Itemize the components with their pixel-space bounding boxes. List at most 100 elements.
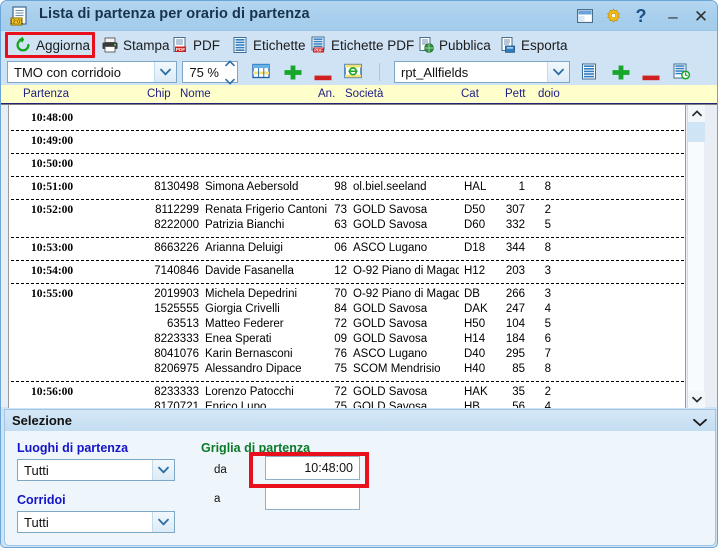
- table-row[interactable]: 1525555 Giorgia Crivelli 84 GOLD Savosa DAK 2…: [9, 302, 685, 317]
- cell-nome: Matteo Federer: [205, 318, 284, 330]
- pubblica-button[interactable]: Pubblica: [414, 33, 494, 57]
- cell-pett: 104: [505, 318, 525, 330]
- stampa-label: Stampa: [123, 37, 170, 53]
- chevron-down-icon[interactable]: [693, 414, 707, 432]
- table-row[interactable]: 10:50:00: [9, 157, 685, 172]
- cell-partenza: 10:53:00: [31, 242, 74, 254]
- cell-cat: D60: [464, 219, 486, 231]
- edit-layout-icon[interactable]: [344, 63, 362, 81]
- table-row[interactable]: 10:49:00: [9, 134, 685, 149]
- cell-an: 12: [334, 265, 347, 277]
- grid-table-icon[interactable]: [252, 63, 270, 81]
- cell-doio: 2: [544, 386, 551, 398]
- cell-societa: GOLD Savosa: [353, 219, 428, 231]
- report-list-icon[interactable]: [580, 63, 598, 81]
- cell-doio: 4: [544, 401, 551, 408]
- svg-text:PDF: PDF: [314, 48, 323, 53]
- da-time-input[interactable]: 10:48:00: [265, 456, 360, 480]
- toolbar-divider: [379, 63, 380, 81]
- chevron-down-icon[interactable]: [152, 512, 174, 532]
- column-header-partenza: Partenza: [23, 88, 70, 100]
- table-row[interactable]: 8222000 Patrizia Bianchi 63 GOLD Savosa D60 3…: [9, 218, 685, 233]
- table-row[interactable]: 10:55:00 2019903 Michela Depedrini 70 O-92 P…: [9, 287, 685, 302]
- cell-cat: DB: [464, 288, 480, 300]
- cell-pett: 35: [512, 386, 525, 398]
- cell-doio: 3: [544, 288, 551, 300]
- table-row[interactable]: 10:54:00 7140846 Davide Fasanella 12 O-92 Pi…: [9, 264, 685, 279]
- cell-cat: D18: [464, 242, 486, 254]
- cell-doio: 8: [544, 363, 551, 375]
- cell-societa: ASCO Lugano: [353, 242, 428, 254]
- add-layout-icon[interactable]: [284, 65, 302, 83]
- minimize-button[interactable]: –: [661, 4, 685, 28]
- cell-societa: GOLD Savosa: [353, 386, 428, 398]
- table-row[interactable]: 8041076 Karin Bernasconi 76 ASCO Lugano D40 2…: [9, 347, 685, 362]
- cell-societa: ol.biel.seeland: [353, 181, 427, 193]
- etichette-pdf-button[interactable]: PDF Etichette PDF: [306, 33, 417, 57]
- corridoi-combo[interactable]: Tutti: [17, 511, 175, 533]
- cell-nome: Arianna Deluigi: [205, 242, 283, 254]
- selection-panel-header[interactable]: Selezione: [4, 409, 716, 431]
- table-row[interactable]: 10:52:00 8112299 Renata Frigerio Cantoni 73…: [9, 203, 685, 218]
- esporta-button[interactable]: Esporta: [496, 33, 571, 57]
- table-row[interactable]: 10:48:00: [9, 111, 685, 126]
- chevron-down-icon[interactable]: [547, 62, 569, 82]
- da-time-value: 10:48:00: [304, 461, 353, 475]
- cell-partenza: 10:49:00: [31, 135, 74, 147]
- table-row[interactable]: 8223333 Enea Sperati 09 GOLD Savosa H14 184 6: [9, 332, 685, 347]
- scroll-down-icon[interactable]: [688, 391, 705, 408]
- cell-chip: 8222000: [154, 219, 199, 231]
- cell-nome: Enea Sperati: [205, 333, 272, 345]
- cell-partenza: 10:48:00: [31, 112, 74, 124]
- help-button[interactable]: ?: [629, 4, 653, 28]
- luoghi-di-partenza-combo[interactable]: Tutti: [17, 459, 175, 481]
- chevron-down-icon[interactable]: [152, 460, 174, 480]
- layout-combo-value: TMO con corridoio: [14, 64, 121, 80]
- cell-societa: O-92 Piano di Magadino: [353, 288, 459, 300]
- table-row[interactable]: 10:51:00 8130498 Simona Aebersold 98 ol.biel…: [9, 180, 685, 195]
- cell-chip: 2019903: [154, 288, 199, 300]
- remove-report-icon[interactable]: [642, 68, 660, 86]
- cell-cat: H14: [464, 333, 486, 345]
- chevron-down-icon[interactable]: [154, 62, 176, 82]
- report-combo[interactable]: rpt_Allfields: [394, 61, 570, 83]
- refresh-report-icon[interactable]: [672, 63, 691, 81]
- cell-pett: 247: [505, 303, 525, 315]
- cell-chip: 8223333: [154, 333, 199, 345]
- table-row[interactable]: 10:56:00 8233333 Lorenzo Patocchi 72 GOLD Sa…: [9, 385, 685, 400]
- cell-doio: 4: [544, 303, 551, 315]
- a-time-input[interactable]: [265, 486, 360, 510]
- cell-an: 72: [334, 318, 347, 330]
- add-report-icon[interactable]: [612, 65, 630, 83]
- corridoi-label: Corridoi: [17, 493, 66, 507]
- scrollbar-thumb[interactable]: [688, 122, 705, 142]
- table-row[interactable]: 8206975 Alessandro Dipace 75 SCOM Mendrisio…: [9, 362, 685, 377]
- restore-window-button[interactable]: [573, 4, 597, 28]
- vertical-scrollbar[interactable]: [687, 105, 705, 408]
- cell-pett: 56: [512, 401, 525, 408]
- report-grid[interactable]: 10:48:00 10:49:00 10:50:00 10:51:00 8130498 S…: [8, 105, 686, 408]
- remove-layout-icon[interactable]: [314, 68, 332, 86]
- cell-an: 73: [334, 204, 347, 216]
- labels-icon: [231, 36, 249, 54]
- cell-doio: 3: [544, 265, 551, 277]
- layout-combo[interactable]: TMO con corridoio: [7, 61, 177, 83]
- pdf-button[interactable]: PDF PDF: [168, 33, 223, 57]
- table-row[interactable]: 8170721 Enrico Lupo 75 GOLD Savosa HB 56 4: [9, 400, 685, 408]
- etichette-button[interactable]: Etichette: [228, 33, 309, 57]
- zoom-stepper[interactable]: 75 %: [182, 60, 238, 85]
- scroll-up-icon[interactable]: [688, 105, 705, 122]
- close-button[interactable]: ✕: [689, 4, 713, 28]
- spinner-up-icon[interactable]: [225, 54, 235, 72]
- gear-icon[interactable]: [601, 4, 625, 28]
- cell-partenza: 10:51:00: [31, 181, 74, 193]
- cell-an: 06: [334, 242, 347, 254]
- cell-chip: 8130498: [154, 181, 199, 193]
- table-row[interactable]: 10:53:00 8663226 Arianna Deluigi 06 ASCO Lug…: [9, 241, 685, 256]
- close-icon: ✕: [693, 6, 709, 26]
- column-header-nome: Nome: [180, 88, 211, 100]
- stampa-button[interactable]: Stampa: [98, 33, 173, 57]
- table-row[interactable]: 63513 Matteo Federer 72 GOLD Savosa H50 104 5: [9, 317, 685, 332]
- cell-cat: HAL: [464, 181, 487, 193]
- aggiorna-button[interactable]: Aggiorna: [11, 33, 93, 57]
